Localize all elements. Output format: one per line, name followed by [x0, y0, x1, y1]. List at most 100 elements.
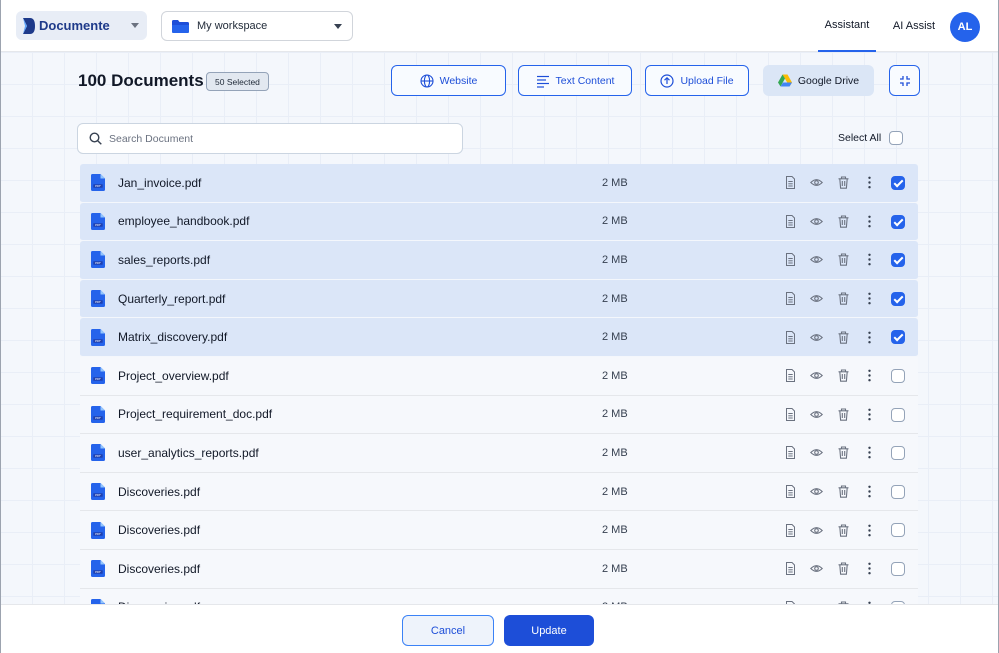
document-icon[interactable]: [784, 292, 797, 306]
eye-icon[interactable]: [810, 485, 823, 498]
trash-icon[interactable]: [837, 524, 850, 537]
more-vertical-icon[interactable]: [863, 485, 876, 498]
trash-icon[interactable]: [837, 446, 850, 460]
document-icon[interactable]: [784, 253, 797, 267]
pdf-file-icon: PDF: [91, 367, 105, 385]
row-checkbox[interactable]: [891, 253, 905, 268]
eye-icon[interactable]: [810, 408, 823, 421]
more-vertical-icon[interactable]: [863, 331, 876, 344]
trash-icon[interactable]: [837, 215, 850, 228]
document-icon[interactable]: [784, 407, 797, 421]
brand-selector[interactable]: Documente: [16, 11, 147, 40]
trash-icon[interactable]: [837, 485, 850, 498]
svg-text:PDF: PDF: [95, 416, 101, 420]
svg-text:PDF: PDF: [95, 184, 101, 188]
trash-icon[interactable]: [837, 408, 850, 421]
more-vertical-icon[interactable]: [863, 292, 876, 305]
pdf-file-icon: PDF: [91, 290, 105, 308]
google-drive-icon: [777, 74, 792, 86]
document-icon[interactable]: [784, 176, 797, 190]
select-all[interactable]: Select All: [838, 131, 904, 145]
workspace-label: My workspace: [197, 20, 268, 32]
document-row[interactable]: PDF employee_handbook.pdf 2 MB: [80, 202, 918, 242]
pdf-file-icon: PDF: [91, 328, 105, 346]
document-row[interactable]: PDF Project_overview.pdf 2 MB: [80, 356, 918, 396]
more-vertical-icon[interactable]: [863, 253, 876, 266]
cancel-button[interactable]: Cancel: [402, 615, 494, 646]
document-icon[interactable]: [784, 485, 797, 499]
eye-icon[interactable]: [810, 176, 823, 189]
eye-icon[interactable]: [810, 446, 823, 459]
document-size: 2 MB: [602, 292, 628, 305]
trash-icon[interactable]: [837, 562, 850, 575]
document-row[interactable]: PDFDiscoveries.pdf2 MB: [80, 472, 918, 512]
trash-icon[interactable]: [837, 369, 850, 383]
update-button[interactable]: Update: [504, 615, 594, 646]
document-icon[interactable]: [784, 446, 797, 460]
avatar[interactable]: AL: [950, 12, 980, 42]
trash-icon[interactable]: [837, 292, 850, 305]
document-row[interactable]: PDF Jan_invoice.pdf 2 MB: [80, 164, 918, 203]
document-row[interactable]: PDFDiscoveries.pdf2 MB: [80, 511, 918, 550]
trash-icon[interactable]: [837, 176, 850, 190]
svg-text:PDF: PDF: [95, 339, 101, 343]
more-vertical-icon[interactable]: [863, 446, 876, 459]
document-row[interactable]: PDF sales_reports.pdf 2 MB: [80, 241, 918, 280]
eye-icon[interactable]: [810, 524, 823, 537]
eye-icon[interactable]: [810, 369, 823, 382]
document-icon[interactable]: [784, 523, 797, 537]
document-row[interactable]: PDFDiscoveries.pdf2 MB: [80, 549, 918, 589]
more-vertical-icon[interactable]: [863, 562, 876, 575]
more-vertical-icon[interactable]: [863, 524, 876, 537]
pdf-file-icon: PDF: [91, 483, 105, 501]
row-checkbox[interactable]: [891, 561, 905, 576]
document-size: 2 MB: [602, 485, 628, 498]
document-icon[interactable]: [784, 562, 797, 576]
document-row[interactable]: PDFDiscoveries.pdf2 MB: [80, 588, 918, 604]
brand-name: Documente: [39, 18, 110, 33]
document-icon[interactable]: [784, 330, 797, 344]
tab-assistant[interactable]: Assistant: [818, 0, 876, 52]
trash-icon[interactable]: [837, 253, 850, 267]
more-vertical-icon[interactable]: [863, 369, 876, 382]
row-checkbox[interactable]: [891, 484, 905, 499]
tab-ai-assist[interactable]: AI Assist: [886, 0, 942, 52]
document-name: Discoveries.pdf: [118, 523, 201, 538]
row-checkbox[interactable]: [891, 446, 905, 461]
upload-file-button[interactable]: Upload File: [645, 65, 749, 96]
collapse-button[interactable]: [889, 65, 920, 96]
document-panel: 100 Documents 50 Selected Website Text C…: [0, 52, 999, 604]
pdf-file-icon: PDF: [91, 521, 105, 539]
trash-icon[interactable]: [837, 331, 850, 344]
row-checkbox[interactable]: [891, 291, 905, 306]
row-checkbox[interactable]: [891, 214, 905, 229]
eye-icon[interactable]: [810, 215, 823, 228]
more-vertical-icon[interactable]: [863, 176, 876, 189]
eye-icon[interactable]: [810, 292, 823, 305]
row-checkbox[interactable]: [891, 330, 905, 345]
document-icon[interactable]: [784, 369, 797, 383]
pdf-file-icon: PDF: [91, 444, 105, 462]
more-vertical-icon[interactable]: [863, 408, 876, 421]
window-border-left: [0, 0, 1, 653]
website-button[interactable]: Website: [391, 65, 506, 96]
row-checkbox[interactable]: [891, 368, 905, 383]
document-row[interactable]: PDF Project_requirement_doc.pdf 2 MB: [80, 395, 918, 435]
pdf-file-icon: PDF: [91, 174, 105, 192]
row-checkbox[interactable]: [891, 176, 905, 190]
row-checkbox[interactable]: [891, 523, 905, 538]
eye-icon[interactable]: [810, 562, 823, 575]
row-checkbox[interactable]: [891, 407, 905, 422]
text-content-button[interactable]: Text Content: [518, 65, 632, 96]
document-row[interactable]: PDF user_analytics_reports.pdf 2 MB: [80, 434, 918, 473]
google-drive-button[interactable]: Google Drive: [763, 65, 874, 96]
document-row[interactable]: PDF Matrix_discovery.pdf 2 MB: [80, 318, 918, 357]
more-vertical-icon[interactable]: [863, 215, 876, 228]
document-icon[interactable]: [784, 214, 797, 228]
eye-icon[interactable]: [810, 253, 823, 266]
search-input[interactable]: [109, 132, 439, 145]
select-all-checkbox[interactable]: [889, 131, 904, 145]
eye-icon[interactable]: [810, 331, 823, 344]
workspace-selector[interactable]: My workspace: [161, 11, 353, 41]
document-row[interactable]: PDF Quarterly_report.pdf 2 MB: [80, 279, 918, 319]
